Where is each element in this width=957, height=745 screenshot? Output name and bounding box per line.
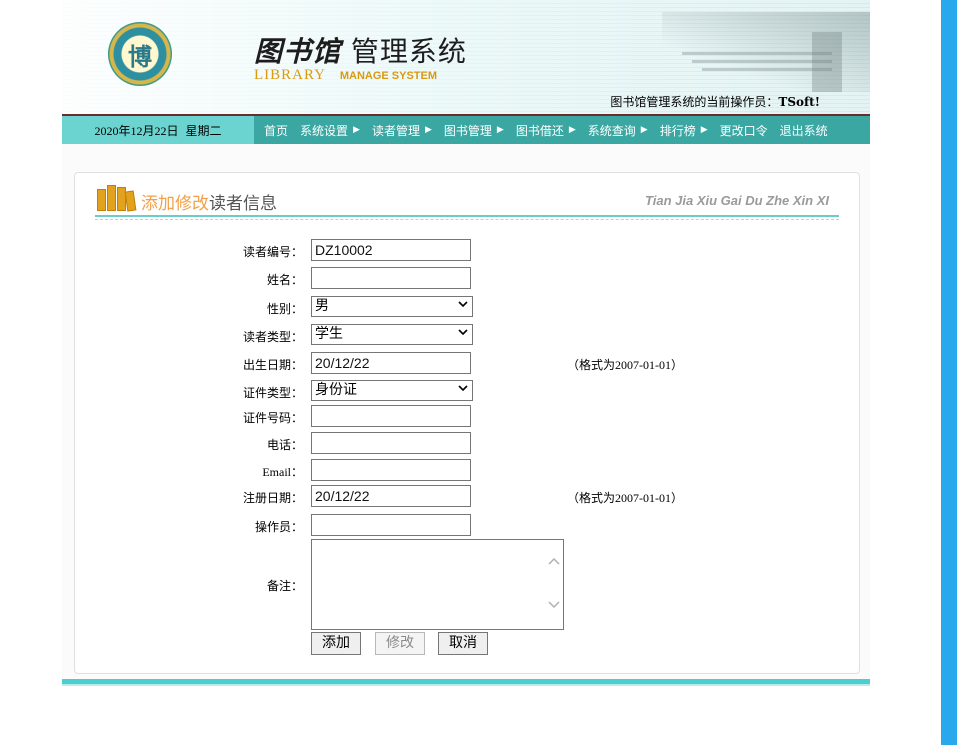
panel-header: 添加修改读者信息 Tian Jia Xiu Gai Du Zhe Xin XI bbox=[95, 183, 839, 220]
dropdown-arrow-icon: ▶ bbox=[496, 125, 504, 135]
weekday-text: 星期二 bbox=[185, 123, 222, 138]
modify-button[interactable]: 修改 bbox=[375, 632, 425, 655]
operator-name: TSoft! bbox=[778, 95, 820, 109]
nav-item-label: 图书借还 bbox=[515, 123, 564, 138]
birth-date-hint: （格式为2007-01-01） bbox=[567, 358, 683, 372]
right-edge-strip bbox=[941, 0, 957, 745]
phone-input[interactable] bbox=[311, 432, 471, 454]
dropdown-arrow-icon: ▶ bbox=[424, 125, 432, 135]
panel-title: 添加修改读者信息 bbox=[141, 194, 277, 214]
remark-textarea[interactable] bbox=[311, 539, 564, 630]
page-wrapper: 博 图书馆 管理系统 LIBRARY MANAGE SYSTEM 图书馆管理系统… bbox=[62, 0, 870, 684]
main-nav: 2020年12月22日 星期二 首页 系统设置 ▶ 读者管理 ▶ 图书管理 ▶ 图书借还 ▶ 系统… bbox=[62, 114, 870, 144]
dropdown-arrow-icon: ▶ bbox=[700, 125, 708, 135]
operator-label: 操作员： bbox=[254, 520, 303, 534]
reader-form-panel: 添加修改读者信息 Tian Jia Xiu Gai Du Zhe Xin XI … bbox=[74, 172, 860, 674]
name-input[interactable] bbox=[311, 267, 471, 289]
current-date: 2020年12月22日 星期二 bbox=[62, 116, 254, 144]
nav-item-8[interactable]: 退出系统 bbox=[780, 122, 828, 139]
operator-input[interactable] bbox=[311, 514, 471, 536]
nav-item-0[interactable]: 首页 bbox=[264, 122, 288, 139]
header-banner: 博 图书馆 管理系统 LIBRARY MANAGE SYSTEM 图书馆管理系统… bbox=[62, 0, 870, 114]
add-button[interactable]: 添加 bbox=[311, 632, 361, 655]
id-type-select[interactable]: 身份证 bbox=[311, 380, 473, 401]
books-icon bbox=[95, 185, 137, 212]
email-input[interactable] bbox=[311, 459, 471, 481]
nav-item-3[interactable]: 图书管理 ▶ bbox=[444, 122, 504, 139]
system-title: 图书馆 管理系统 bbox=[254, 30, 467, 70]
library-logo: 博 bbox=[108, 22, 172, 86]
nav-item-label: 系统设置 bbox=[300, 123, 349, 138]
register-date-label: 注册日期： bbox=[242, 491, 303, 505]
email-label: Email： bbox=[262, 465, 303, 479]
reader-id-input[interactable]: DZ10002 bbox=[311, 239, 471, 261]
remark-label: 备注： bbox=[266, 579, 303, 593]
footer-bar-shadow bbox=[62, 684, 870, 686]
nav-item-label: 排行榜 bbox=[659, 123, 696, 138]
title-en-manage: MANAGE SYSTEM bbox=[339, 70, 438, 82]
dropdown-arrow-icon: ▶ bbox=[353, 125, 360, 135]
id-type-label: 证件类型： bbox=[242, 386, 303, 400]
register-date-hint: （格式为2007-01-01） bbox=[567, 491, 683, 505]
header-divider bbox=[95, 215, 839, 217]
cancel-button[interactable]: 取消 bbox=[438, 632, 488, 655]
id-number-input[interactable] bbox=[311, 405, 471, 427]
system-title-english: LIBRARY MANAGE SYSTEM bbox=[254, 67, 437, 84]
panel-title-pinyin: Tian Jia Xiu Gai Du Zhe Xin XI bbox=[645, 193, 829, 208]
dropdown-arrow-icon: ▶ bbox=[568, 125, 576, 135]
id-number-label: 证件号码： bbox=[242, 411, 303, 425]
nav-item-label: 系统查询 bbox=[587, 123, 636, 138]
nav-menu: 首页 系统设置 ▶ 读者管理 ▶ 图书管理 ▶ 图书借还 ▶ 系统查询 ▶ 排行榜 ▶ 更改口令 退出系统 bbox=[254, 122, 840, 139]
title-manage: 管理系统 bbox=[350, 35, 467, 68]
register-date-input[interactable]: 20/12/22 bbox=[311, 485, 471, 507]
nav-item-label: 读者管理 bbox=[371, 123, 420, 138]
nav-item-7[interactable]: 更改口令 bbox=[720, 122, 768, 139]
content-area: 添加修改读者信息 Tian Jia Xiu Gai Du Zhe Xin XI … bbox=[62, 144, 870, 684]
building-image bbox=[662, 12, 870, 92]
nav-item-label: 退出系统 bbox=[779, 123, 828, 138]
birth-date-label: 出生日期： bbox=[242, 358, 303, 372]
chevron-down-icon bbox=[458, 385, 468, 392]
nav-item-label: 图书管理 bbox=[443, 123, 492, 138]
title-en-library: LIBRARY bbox=[254, 67, 327, 83]
header-dotted-divider bbox=[95, 219, 839, 220]
reader-id-label: 读者编号： bbox=[242, 245, 303, 259]
nav-item-5[interactable]: 系统查询 ▶ bbox=[588, 122, 648, 139]
date-text: 2020年12月22日 bbox=[94, 123, 179, 138]
name-label: 姓名： bbox=[266, 273, 303, 287]
title-library: 图书馆 bbox=[254, 35, 342, 68]
gender-label: 性别： bbox=[266, 302, 303, 316]
birth-date-input[interactable]: 20/12/22 bbox=[311, 352, 471, 374]
scroll-down-icon[interactable] bbox=[548, 600, 560, 610]
nav-item-2[interactable]: 读者管理 ▶ bbox=[372, 122, 432, 139]
scroll-up-icon[interactable] bbox=[548, 556, 560, 566]
chevron-down-icon bbox=[458, 301, 468, 308]
phone-label: 电话： bbox=[266, 438, 303, 452]
nav-item-label: 更改口令 bbox=[719, 123, 768, 138]
chevron-down-icon bbox=[458, 329, 468, 336]
nav-item-label: 首页 bbox=[264, 123, 289, 138]
dropdown-arrow-icon: ▶ bbox=[640, 125, 648, 135]
nav-item-1[interactable]: 系统设置 ▶ bbox=[300, 122, 360, 139]
current-operator: 图书馆管理系统的当前操作员：TSoft! bbox=[610, 95, 820, 109]
reader-type-label: 读者类型： bbox=[242, 330, 303, 344]
gender-select[interactable]: 男 bbox=[311, 296, 473, 317]
nav-item-4[interactable]: 图书借还 ▶ bbox=[516, 122, 576, 139]
reader-type-select[interactable]: 学生 bbox=[311, 324, 473, 345]
nav-item-6[interactable]: 排行榜 ▶ bbox=[660, 122, 708, 139]
